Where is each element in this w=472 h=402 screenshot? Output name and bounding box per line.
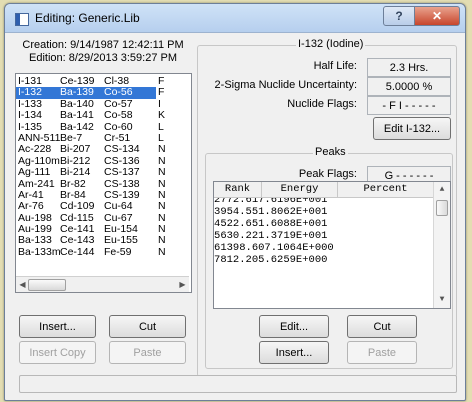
nuclide-list-item[interactable]: N: [156, 166, 186, 178]
nuclide-list-column: Cl-38 Co-56 Co-57 Co-58 Co-60 Cr-51 CS-134 CS-1…: [102, 75, 156, 258]
nuclide-list-item[interactable]: Ce-144: [58, 246, 102, 258]
hscroll-thumb[interactable]: [28, 279, 66, 291]
edit-nuclide-button[interactable]: Edit I-132...: [373, 117, 451, 140]
percent-header[interactable]: Percent: [338, 182, 434, 198]
peak-energy-cell: 812.20: [220, 254, 259, 266]
peaks-group-title: Peaks: [313, 146, 348, 158]
library-app-icon: [15, 13, 29, 26]
nuclide-list-item[interactable]: Ag-111: [16, 166, 58, 178]
peaks-table[interactable]: Rank Energy Percent 1667.699.8700E+00127…: [213, 181, 451, 309]
help-button[interactable]: ?: [383, 6, 415, 26]
peak-percent-cell: 1.8062E+001: [258, 206, 328, 218]
cut-nuclide-button[interactable]: Cut: [109, 315, 186, 338]
scroll-up-icon[interactable]: ▲: [436, 184, 448, 196]
cut-peak-button[interactable]: Cut: [347, 315, 417, 338]
nuclide-list-item[interactable]: CS-137: [102, 166, 156, 178]
scroll-right-icon[interactable]: ▶: [178, 279, 187, 290]
insert-peak-button[interactable]: Insert...: [259, 341, 329, 364]
nuclide-list-item[interactable]: Ar-76: [16, 200, 58, 212]
vscroll-thumb[interactable]: [436, 200, 448, 216]
nuclide-flags-field[interactable]: - F I - - - - -: [367, 96, 451, 115]
nuclide-list-item[interactable]: N: [156, 200, 186, 212]
nuclide-list-item[interactable]: Cd-109: [58, 200, 102, 212]
nuclide-list-item[interactable]: Co-58: [102, 109, 156, 121]
close-button[interactable]: ✕: [414, 6, 460, 26]
peak-energy-cell: 1398.60: [220, 242, 265, 254]
edit-peak-button[interactable]: Edit...: [259, 315, 329, 338]
title-bar[interactable]: Editing: Generic.Lib ? ✕: [5, 4, 465, 33]
window-title: Editing: Generic.Lib: [35, 11, 140, 25]
nuclide-list-column: I-131 I-132 I-133 I-134 I-135 ANN-511 Ac-228 Ag…: [16, 75, 61, 258]
status-bar: [19, 375, 457, 393]
peak-percent-cell: 1.3719E+001: [258, 230, 328, 242]
nuclide-list-item[interactable]: N: [156, 246, 186, 258]
peak-energy-cell: 630.22: [220, 230, 259, 242]
nuclide-list-item[interactable]: I-134: [16, 109, 58, 121]
peak-row[interactable]: 3954.551.8062E+001: [214, 206, 450, 218]
nuclide-list-item[interactable]: Bi-214: [58, 166, 102, 178]
nuclide-list-item[interactable]: Ba-141: [58, 109, 102, 121]
insert-copy-button[interactable]: Insert Copy: [19, 341, 96, 364]
peak-flags-label: Peak Flags:: [298, 168, 357, 180]
creation-date: Creation: 9/14/1987 12:42:11 PM: [22, 39, 184, 51]
peak-row[interactable]: 4522.651.6088E+001: [214, 218, 450, 230]
paste-nuclide-button[interactable]: Paste: [109, 341, 186, 364]
edition-date: Edition: 8/29/2013 3:59:27 PM: [29, 52, 177, 64]
energy-header[interactable]: Energy: [262, 182, 338, 198]
editing-window: Editing: Generic.Lib ? ✕ Creation: 9/14/…: [4, 3, 466, 401]
peak-percent-cell: 1.6088E+001: [258, 218, 328, 230]
nuclide-group-title: I-132 (Iodine): [296, 38, 366, 50]
nuclide-flags-label: Nuclide Flags:: [287, 98, 357, 110]
insert-nuclide-button[interactable]: Insert...: [19, 315, 96, 338]
peaks-vscrollbar[interactable]: ▲ ▼: [433, 182, 450, 308]
dialog-body: Creation: 9/14/1987 12:42:11 PM Edition:…: [11, 37, 459, 394]
peak-energy-cell: 954.55: [220, 206, 259, 218]
peak-percent-cell: 7.1064E+000: [264, 242, 334, 254]
peak-row[interactable]: 7812.205.6259E+000: [214, 254, 450, 266]
uncertainty-field[interactable]: 5.0000 %: [367, 77, 451, 96]
uncertainty-label: 2-Sigma Nuclide Uncertainty:: [214, 79, 357, 91]
nuclide-list-item[interactable]: Cu-64: [102, 200, 156, 212]
scroll-left-icon[interactable]: ◀: [18, 279, 27, 290]
nuclide-list-item[interactable]: Fe-59: [102, 246, 156, 258]
peak-row[interactable]: 61398.607.1064E+000: [214, 242, 450, 254]
nuclide-list-column: FFIKLLNNNNNNNNNN: [156, 75, 186, 258]
peak-row[interactable]: 5630.221.3719E+001: [214, 230, 450, 242]
nuclide-list[interactable]: I-131 I-132 I-133 I-134 I-135 ANN-511 Ac-228 Ag…: [15, 73, 192, 293]
nuclide-list-hscrollbar[interactable]: ◀ ▶: [16, 276, 189, 292]
nuclide-list-column: Ce-139 Ba-139 Ba-140 Ba-141 Ba-142 Be-7 Bi-207…: [58, 75, 102, 258]
paste-peak-button[interactable]: Paste: [347, 341, 417, 364]
peak-energy-cell: 522.65: [220, 218, 259, 230]
peak-percent-cell: 5.6259E+000: [258, 254, 328, 266]
nuclide-list-item[interactable]: K: [156, 109, 186, 121]
half-life-label: Half Life:: [313, 60, 357, 72]
scroll-down-icon[interactable]: ▼: [436, 294, 448, 306]
rank-header[interactable]: Rank: [214, 182, 262, 198]
half-life-field[interactable]: 2.3 Hrs.: [367, 58, 451, 77]
nuclide-list-item[interactable]: Ba-133m: [16, 246, 61, 258]
